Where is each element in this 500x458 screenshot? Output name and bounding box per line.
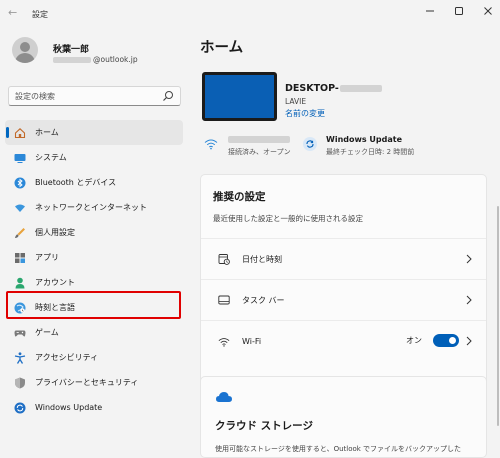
search-placeholder: 設定の検索: [15, 91, 55, 101]
sidebar-item-label: アプリ: [35, 253, 59, 262]
email-suffix: @outlook.jp: [93, 55, 138, 64]
gaming-icon: [14, 327, 26, 339]
sidebar-item-label: アカウント: [35, 278, 75, 287]
user-email: @outlook.jp: [53, 55, 138, 64]
update-subtitle: 最終チェック日時: 2 時間前: [326, 148, 415, 156]
row-label: Wi-Fi: [242, 337, 262, 346]
sidebar-item-gaming[interactable]: ゲーム: [5, 320, 183, 345]
close-button[interactable]: [481, 4, 495, 18]
time-language-icon: [14, 302, 26, 314]
minimize-icon: [426, 10, 434, 12]
recommended-subtitle: 最近使用した設定と一般的に使用される設定: [213, 214, 363, 223]
row-label: 日付と時刻: [242, 254, 282, 264]
calendar-clock-icon: [218, 253, 230, 265]
system-icon: [14, 152, 26, 164]
device-name-redaction: [339, 85, 382, 92]
windows-update-icon: [14, 402, 26, 414]
sidebar-item-windows-update[interactable]: Windows Update: [5, 395, 183, 420]
wifi-icon: [218, 336, 230, 348]
user-name: 秋葉一郎: [53, 45, 90, 55]
sidebar-item-system[interactable]: システム: [5, 145, 183, 170]
avatar[interactable]: [12, 37, 38, 63]
network-icon: [14, 202, 26, 214]
recommended-header: 推奨の設定 最近使用した設定と一般的に使用される設定: [201, 175, 486, 239]
accessibility-icon: [14, 351, 26, 364]
wifi-toggle-label: オン: [406, 336, 422, 345]
sidebar-item-network[interactable]: ネットワークとインターネット: [5, 195, 183, 220]
sidebar-item-label: Windows Update: [35, 403, 103, 412]
network-status-text: 接続済み、オープン: [228, 148, 291, 156]
cloud-subtitle: 使用可能なストレージを使用すると、Outlook でファイルをバックアップした: [215, 445, 462, 453]
device-name: DESKTOP-: [285, 83, 382, 94]
sidebar-item-time-language[interactable]: 時刻と言語: [5, 295, 183, 320]
sidebar-item-accounts[interactable]: アカウント: [5, 270, 183, 295]
sidebar-item-label: ホーム: [35, 128, 59, 137]
personalization-icon: [14, 227, 26, 239]
sidebar-item-apps[interactable]: アプリ: [5, 245, 183, 270]
maximize-icon: [455, 7, 463, 15]
main-content: ホーム DESKTOP- LAVIE 名前の変更 接続済み、オープン Windo…: [190, 26, 500, 458]
recommended-title: 推奨の設定: [213, 191, 266, 203]
cloud-storage-card: クラウド ストレージ 使用可能なストレージを使用すると、Outlook でファイ…: [200, 376, 487, 458]
sync-icon: [306, 140, 314, 148]
network-name-redaction: [228, 136, 290, 143]
close-icon: [484, 7, 492, 15]
search-icon: [163, 91, 173, 101]
scrollbar[interactable]: [497, 206, 499, 426]
avatar-body: [15, 53, 35, 63]
sidebar-item-label: システム: [35, 153, 67, 162]
avatar-head: [20, 42, 30, 52]
apps-icon: [14, 252, 26, 264]
device-name-prefix: DESKTOP-: [285, 83, 339, 94]
device-model: LAVIE: [285, 97, 307, 106]
sidebar-item-label: 個人用設定: [35, 228, 75, 237]
toggle-knob: [449, 337, 456, 344]
window-title: 設定: [32, 10, 48, 19]
sidebar-nav: ホーム システム Bluetooth とデバイス ネットワークとインターネット …: [5, 120, 183, 420]
sidebar-item-bluetooth[interactable]: Bluetooth とデバイス: [5, 170, 183, 195]
bluetooth-icon: [14, 177, 26, 189]
device-thumbnail: [202, 72, 277, 121]
cloud-icon: [216, 392, 232, 402]
recommended-settings-card: 推奨の設定 最近使用した設定と一般的に使用される設定 日付と時刻 タスク バー …: [200, 174, 487, 404]
row-taskbar[interactable]: タスク バー: [201, 280, 486, 321]
accounts-icon: [14, 277, 26, 289]
rename-link[interactable]: 名前の変更: [285, 108, 325, 119]
row-date-time[interactable]: 日付と時刻: [201, 239, 486, 280]
title-bar: ← 設定: [0, 0, 500, 26]
sidebar-item-label: ゲーム: [35, 328, 59, 337]
minimize-button[interactable]: [423, 4, 437, 18]
sidebar-item-label: ネットワークとインターネット: [35, 203, 147, 212]
search-input[interactable]: 設定の検索: [8, 86, 181, 106]
home-icon: [14, 127, 26, 139]
row-wifi[interactable]: Wi-Fi オン: [201, 321, 486, 362]
update-title[interactable]: Windows Update: [326, 135, 402, 144]
maximize-button[interactable]: [452, 4, 466, 18]
sidebar-item-personalization[interactable]: 個人用設定: [5, 220, 183, 245]
sidebar-item-accessibility[interactable]: アクセシビリティ: [5, 345, 183, 370]
chevron-right-icon: [466, 295, 472, 305]
chevron-right-icon: [466, 254, 472, 264]
sidebar-item-label: Bluetooth とデバイス: [35, 178, 117, 187]
sidebar-item-label: アクセシビリティ: [35, 353, 99, 362]
back-arrow-icon[interactable]: ←: [8, 7, 20, 19]
sidebar-item-label: プライバシーとセキュリティ: [35, 378, 139, 387]
sidebar-item-home[interactable]: ホーム: [5, 120, 183, 145]
privacy-icon: [14, 377, 26, 389]
chevron-right-icon: [466, 336, 472, 346]
wifi-status-icon: [204, 139, 218, 150]
update-status-icon: [303, 137, 317, 151]
sidebar-item-label: 時刻と言語: [35, 303, 75, 312]
cloud-title: クラウド ストレージ: [215, 420, 313, 432]
taskbar-icon: [218, 294, 230, 306]
wifi-toggle[interactable]: [433, 334, 459, 347]
email-redaction: [53, 56, 91, 63]
row-label: タスク バー: [242, 295, 285, 305]
page-title: ホーム: [200, 40, 244, 56]
sidebar-item-privacy[interactable]: プライバシーとセキュリティ: [5, 370, 183, 395]
